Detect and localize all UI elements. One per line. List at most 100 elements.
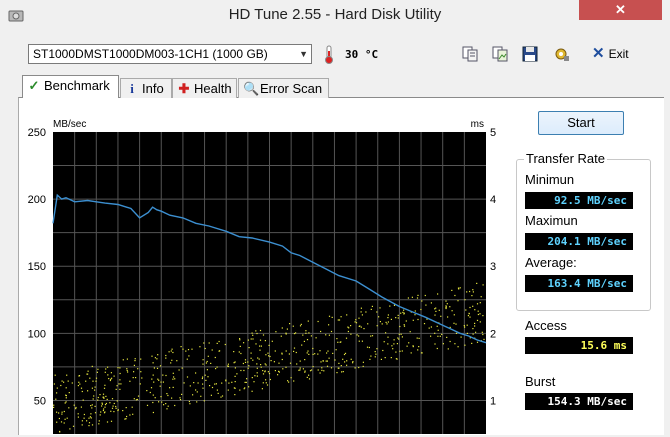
copy-text-icon[interactable] xyxy=(461,45,479,63)
access-time-point xyxy=(259,345,261,347)
access-time-point xyxy=(215,383,217,385)
access-time-point xyxy=(445,305,447,307)
access-time-point xyxy=(133,371,135,373)
access-time-point xyxy=(90,417,92,419)
access-time-point xyxy=(464,299,466,301)
access-time-point xyxy=(179,399,182,401)
access-time-point xyxy=(368,346,370,349)
access-time-point xyxy=(227,363,229,365)
access-time-point xyxy=(299,325,302,327)
access-time-point xyxy=(248,365,250,367)
access-time-point xyxy=(170,350,172,352)
access-time-point xyxy=(350,325,352,327)
chevron-down-icon[interactable]: ▼ xyxy=(299,45,308,63)
access-time-point xyxy=(91,424,94,426)
access-time-point xyxy=(482,315,484,317)
access-time-point xyxy=(350,358,352,360)
access-time-point xyxy=(244,381,246,383)
drive-select[interactable]: ST1000DMST1000DM003-1CH1 (1000 GB) ▼ xyxy=(28,44,312,64)
burst-value: 154.3 MB/sec xyxy=(525,393,633,410)
access-time-point xyxy=(119,367,121,369)
access-time-point xyxy=(80,406,82,408)
access-time-point xyxy=(54,374,56,376)
access-time-point xyxy=(472,289,474,291)
access-time-point xyxy=(103,408,105,410)
access-time-point xyxy=(299,369,301,371)
access-time-point xyxy=(387,314,389,316)
access-time-point xyxy=(285,332,287,334)
access-time-point xyxy=(256,363,258,365)
access-time-point xyxy=(255,330,257,332)
access-time-point xyxy=(406,345,408,347)
access-time-point xyxy=(97,396,99,399)
access-time-point xyxy=(347,330,349,333)
access-time-point xyxy=(306,339,309,341)
access-time-point xyxy=(379,307,381,309)
access-time-point xyxy=(154,357,156,359)
temperature-readout: 30 °C xyxy=(345,48,379,61)
tab-error-scan[interactable]: 🔍Error Scan xyxy=(238,78,329,98)
access-time-point xyxy=(56,392,58,394)
access-time-point xyxy=(236,373,238,375)
tab-info[interactable]: i Info xyxy=(120,78,172,98)
access-time-point xyxy=(362,361,364,363)
access-time-point xyxy=(387,317,389,319)
access-time-point xyxy=(203,400,205,402)
start-button[interactable]: Start xyxy=(538,111,624,135)
access-time-point xyxy=(453,322,455,324)
access-time-point xyxy=(451,310,453,312)
access-time-point xyxy=(166,408,168,410)
access-time-point xyxy=(113,411,115,413)
access-time-point xyxy=(306,352,308,354)
access-time-point xyxy=(336,338,338,340)
access-time-point xyxy=(126,358,128,360)
access-time-point xyxy=(178,369,180,371)
access-time-point xyxy=(392,348,394,350)
access-time-point xyxy=(393,339,395,341)
access-time-point xyxy=(101,402,103,404)
tab-health[interactable]: ✚ Health xyxy=(172,78,237,98)
access-time-point xyxy=(162,381,164,383)
access-time-point xyxy=(64,402,66,404)
access-time-point xyxy=(376,311,378,313)
access-time-point xyxy=(68,407,70,409)
access-time-point xyxy=(337,319,339,321)
access-time-point xyxy=(134,360,136,362)
access-time-point xyxy=(53,406,55,408)
access-time-point xyxy=(250,357,252,359)
access-time-point xyxy=(101,405,103,407)
access-time-point xyxy=(192,394,194,396)
access-time-point xyxy=(102,409,104,412)
access-time-point xyxy=(126,369,128,372)
access-time-point xyxy=(216,366,218,368)
save-icon[interactable] xyxy=(521,45,539,63)
window-close-button[interactable]: ✕ xyxy=(579,0,662,20)
copy-image-icon[interactable] xyxy=(491,45,509,63)
access-time-point xyxy=(321,367,323,369)
access-time-point xyxy=(187,349,190,351)
access-time-point xyxy=(453,314,455,316)
access-time-point xyxy=(375,353,377,355)
access-time-point xyxy=(137,395,140,397)
access-time-point xyxy=(360,311,362,313)
exit-button[interactable]: ✕ Exit xyxy=(592,44,629,64)
access-time-point xyxy=(140,358,142,360)
access-time-point xyxy=(81,424,83,426)
access-time-point xyxy=(342,371,344,373)
access-time-point xyxy=(227,365,229,367)
access-time-point xyxy=(479,302,481,304)
access-time-point xyxy=(124,418,126,420)
window-title: HD Tune 2.55 - Hard Disk Utility xyxy=(228,6,442,23)
access-time-point xyxy=(93,395,95,397)
access-time-point xyxy=(102,393,105,395)
access-time-point xyxy=(400,333,402,335)
access-time-point xyxy=(344,361,346,363)
tab-benchmark[interactable]: ✓ Benchmark xyxy=(22,75,119,98)
access-time-point xyxy=(104,411,106,413)
access-time-point xyxy=(205,379,207,381)
access-time-point xyxy=(360,326,362,328)
access-time-point xyxy=(111,407,114,409)
access-time-point xyxy=(409,331,411,333)
options-icon[interactable] xyxy=(553,45,571,63)
access-time-point xyxy=(168,351,170,353)
